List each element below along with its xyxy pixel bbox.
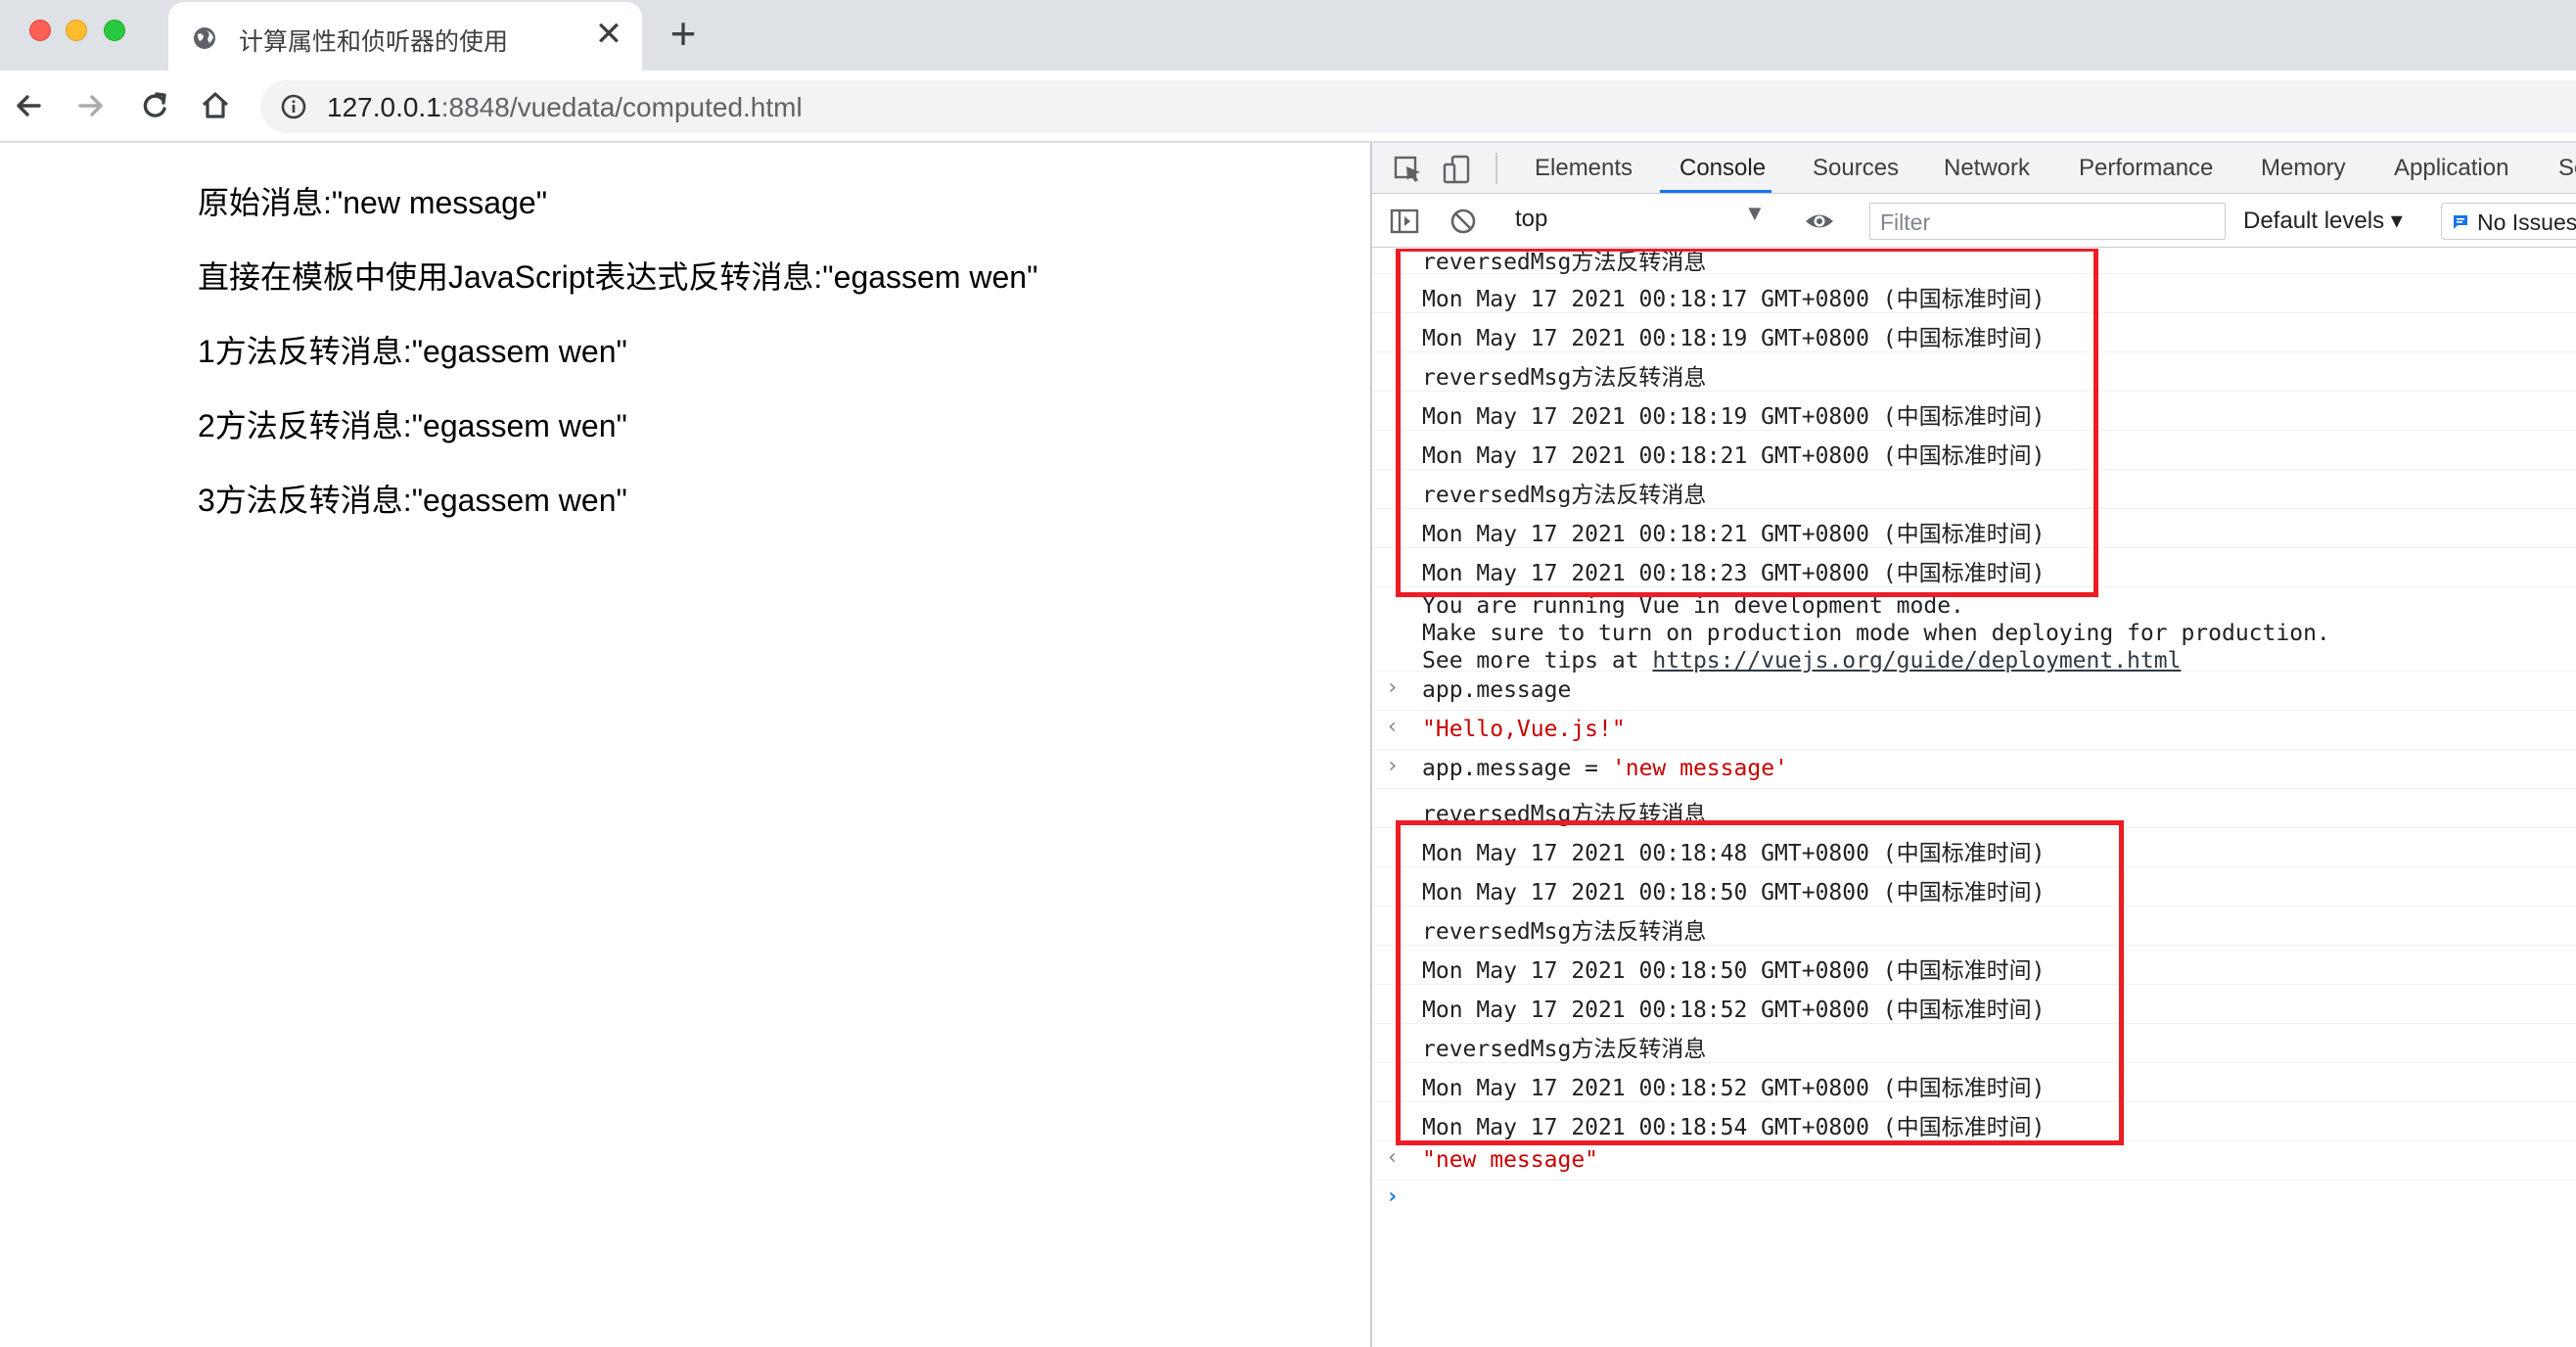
console-output: reversedMsg方法反转消息 Mon May 17 2021 00:18:… xyxy=(1372,249,2576,1347)
context-selector[interactable]: top xyxy=(1515,206,1770,237)
active-tab-indicator xyxy=(1660,190,1771,193)
console-result-row: ‹ "Hello,Vue.js!" xyxy=(1372,711,2576,750)
console-log-row: Mon May 17 2021 00:18:54 GMT+0800 (中国标准时… xyxy=(1372,1102,2576,1141)
window-minimize-button[interactable] xyxy=(66,20,87,41)
issues-button[interactable]: No Issues xyxy=(2441,203,2576,240)
console-log-row: reversedMsg方法反转消息 xyxy=(1372,906,2576,946)
console-log-row: Mon May 17 2021 00:18:21 GMT+0800 (中国标准时… xyxy=(1372,431,2576,470)
vue-deployment-link[interactable]: https://vuejs.org/guide/deployment.html xyxy=(1652,648,2181,674)
tab-strip: 计算属性和侦听器的使用 ✕ + xyxy=(0,0,2576,70)
eye-icon[interactable] xyxy=(1803,205,1836,238)
tab-close-icon[interactable]: ✕ xyxy=(591,18,626,53)
device-toolbar-icon[interactable] xyxy=(1441,153,1474,186)
back-arrow-icon[interactable] xyxy=(8,84,51,127)
url-text: 127.0.0.1:8848/vuedata/computed.html xyxy=(327,92,803,123)
sidebar-toggle-icon[interactable] xyxy=(1388,205,1421,238)
tab-performance[interactable]: Performance xyxy=(2079,155,2213,182)
console-filter-input[interactable]: Filter xyxy=(1869,203,2226,240)
console-log-row: Mon May 17 2021 00:18:19 GMT+0800 (中国标准时… xyxy=(1372,313,2576,352)
tab-title: 计算属性和侦听器的使用 xyxy=(239,28,509,56)
site-info-icon[interactable] xyxy=(280,93,307,120)
tab-memory[interactable]: Memory xyxy=(2261,155,2346,182)
console-result-row: ‹ "new message" xyxy=(1372,1141,2576,1181)
method2-reversed-text: 2方法反转消息:"egassem wen" xyxy=(198,408,627,443)
console-log-row: Mon May 17 2021 00:18:23 GMT+0800 (中国标准时… xyxy=(1372,548,2576,587)
globe-icon xyxy=(194,27,215,49)
input-arrow-icon: › xyxy=(1386,754,1400,778)
input-arrow-icon: › xyxy=(1386,675,1400,700)
original-message-text: 原始消息:"new message" xyxy=(198,185,548,220)
console-input-row: › app.message = 'new message' xyxy=(1372,750,2576,789)
window-close-button[interactable] xyxy=(29,20,51,41)
console-log-row: Mon May 17 2021 00:18:50 GMT+0800 (中国标准时… xyxy=(1372,867,2576,906)
filter-placeholder: Filter xyxy=(1880,209,1931,235)
console-prompt-row[interactable]: › xyxy=(1372,1181,2576,1220)
home-icon[interactable] xyxy=(194,84,237,127)
console-log-row: Mon May 17 2021 00:18:52 GMT+0800 (中国标准时… xyxy=(1372,1063,2576,1102)
console-log-row: reversedMsg方法反转消息 xyxy=(1372,249,2576,275)
context-dropdown-icon[interactable]: ▼ xyxy=(1744,201,1766,226)
console-log-row: Mon May 17 2021 00:18:52 GMT+0800 (中国标准时… xyxy=(1372,985,2576,1024)
console-input-row: › app.message xyxy=(1372,672,2576,711)
console-log-row: reversedMsg方法反转消息 xyxy=(1372,352,2576,392)
devtools-panel: Elements Console Sources Network Perform… xyxy=(1370,143,2576,1347)
devtools-tab-bar: Elements Console Sources Network Perform… xyxy=(1372,143,2576,194)
toolbar-divider xyxy=(1495,153,1497,184)
console-log-row: reversedMsg方法反转消息 xyxy=(1372,470,2576,509)
new-tab-button[interactable]: + xyxy=(662,11,705,57)
tab-elements[interactable]: Elements xyxy=(1535,155,1633,182)
console-log-row: reversedMsg方法反转消息 xyxy=(1372,789,2576,828)
console-log-row: Mon May 17 2021 00:18:17 GMT+0800 (中国标准时… xyxy=(1372,274,2576,313)
reload-icon[interactable] xyxy=(133,84,176,127)
url-host: 127.0.0.1 xyxy=(327,92,441,122)
tab-console[interactable]: Console xyxy=(1679,155,1766,182)
url-path: :8848/vuedata/computed.html xyxy=(440,92,803,122)
template-reversed-text: 直接在模板中使用JavaScript表达式反转消息:"egassem wen" xyxy=(198,259,1038,295)
address-bar[interactable]: 127.0.0.1:8848/vuedata/computed.html xyxy=(260,80,2576,133)
log-levels-dropdown[interactable]: Default levels ▾ xyxy=(2243,207,2403,235)
vue-devmode-notice: You are running Vue in development mode.… xyxy=(1372,587,2576,674)
inspect-element-icon[interactable] xyxy=(1392,153,1425,186)
output-arrow-icon: ‹ xyxy=(1386,715,1400,739)
console-log-row: reversedMsg方法反转消息 xyxy=(1372,1024,2576,1063)
output-arrow-icon: ‹ xyxy=(1386,1145,1400,1170)
tab-network[interactable]: Network xyxy=(1944,155,2030,182)
clear-console-icon[interactable] xyxy=(1447,205,1480,238)
forward-arrow-icon[interactable] xyxy=(69,84,112,127)
browser-toolbar: 127.0.0.1:8848/vuedata/computed.html xyxy=(0,70,2576,143)
issues-label: No Issues xyxy=(2477,209,2576,235)
page-content: 原始消息:"new message" 直接在模板中使用JavaScript表达式… xyxy=(0,143,1370,1347)
method1-reversed-text: 1方法反转消息:"egassem wen" xyxy=(198,334,627,369)
issues-chat-icon xyxy=(2454,215,2467,229)
console-log-row: Mon May 17 2021 00:18:19 GMT+0800 (中国标准时… xyxy=(1372,392,2576,431)
console-toolbar: top ▼ Filter Default levels ▾ No Issues xyxy=(1372,195,2576,248)
console-log-row: Mon May 17 2021 00:18:21 GMT+0800 (中国标准时… xyxy=(1372,509,2576,548)
browser-tab-active[interactable]: 计算属性和侦听器的使用 ✕ xyxy=(168,2,642,70)
tab-application[interactable]: Application xyxy=(2394,155,2508,182)
tab-overflow[interactable]: Se xyxy=(2558,155,2576,182)
prompt-caret-icon: › xyxy=(1386,1184,1400,1209)
console-log-row: Mon May 17 2021 00:18:48 GMT+0800 (中国标准时… xyxy=(1372,828,2576,867)
window-zoom-button[interactable] xyxy=(104,20,125,41)
console-log-row: Mon May 17 2021 00:18:50 GMT+0800 (中国标准时… xyxy=(1372,946,2576,985)
method3-reversed-text: 3方法反转消息:"egassem wen" xyxy=(198,483,627,518)
tab-sources[interactable]: Sources xyxy=(1813,155,1899,182)
